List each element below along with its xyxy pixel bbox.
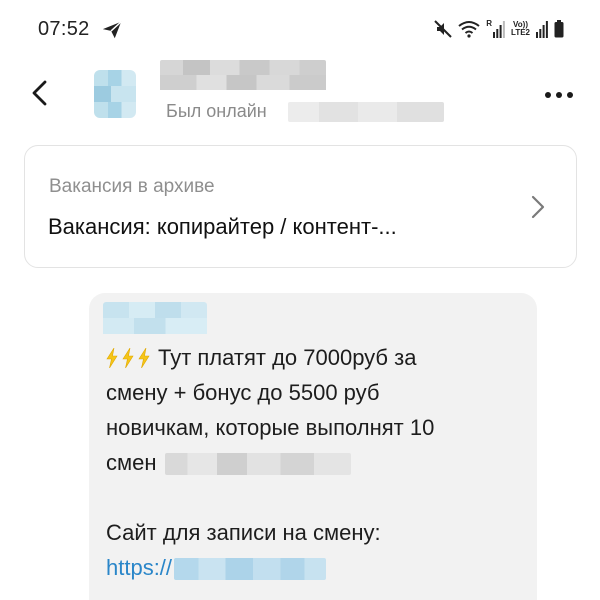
battery-icon [554, 20, 564, 38]
message-bubble: Тут платят до 7000руб за смену + бонус д… [89, 293, 537, 600]
last-seen-redacted [288, 102, 444, 122]
lightning-icon [106, 348, 118, 368]
redacted-text [164, 453, 351, 476]
signal-icon-2 [536, 21, 548, 38]
vacancy-card[interactable]: Вакансия в архиве Вакансия: копирайтер /… [24, 145, 577, 268]
sender-name-redacted [103, 302, 207, 334]
wifi-icon [458, 21, 480, 38]
signal-icon [493, 21, 505, 38]
message-line: смен [106, 445, 351, 480]
status-icons: R Vo)) LTE2 [434, 18, 564, 40]
message-line-3: новичкам, которые выполнят 10 [106, 415, 435, 440]
message-line-4: смен [106, 450, 157, 475]
more-vertical-icon[interactable] [544, 90, 574, 100]
lte-label: LTE2 [511, 28, 530, 37]
chat-header: Был онлайн [0, 52, 600, 136]
message-link[interactable]: https:// [106, 555, 172, 580]
vacancy-title: Вакансия: копирайтер / контент-... [48, 214, 397, 239]
vacancy-status: Вакансия в архиве [49, 176, 215, 197]
lightning-icon [138, 348, 150, 368]
message-line-5: Сайт для записи на смену: [106, 520, 381, 545]
message-line-2: смену + бонус до 5500 руб [106, 380, 380, 405]
redacted-link[interactable] [174, 558, 327, 581]
roaming-label: R [486, 19, 493, 28]
message-line: Тут платят до 7000руб за [106, 340, 416, 375]
status-time: 07:52 [38, 18, 90, 40]
lightning-icon [122, 348, 134, 368]
lte-indicator: Vo)) LTE2 [511, 21, 530, 37]
message-link-line[interactable]: https:// [106, 550, 327, 585]
message-line-1: Тут платят до 7000руб за [158, 345, 417, 370]
lightning-emoji-icons [106, 348, 150, 368]
back-arrow-icon[interactable] [28, 79, 52, 107]
mute-icon [434, 20, 452, 38]
telegram-send-icon [102, 21, 122, 39]
contact-status: Был онлайн [166, 101, 267, 121]
roaming-indicator: R [486, 20, 505, 38]
status-bar: 07:52 R Vo)) LTE2 [0, 0, 600, 52]
contact-name-redacted[interactable] [160, 60, 326, 90]
chevron-right-icon [531, 195, 545, 219]
avatar[interactable] [94, 70, 136, 118]
